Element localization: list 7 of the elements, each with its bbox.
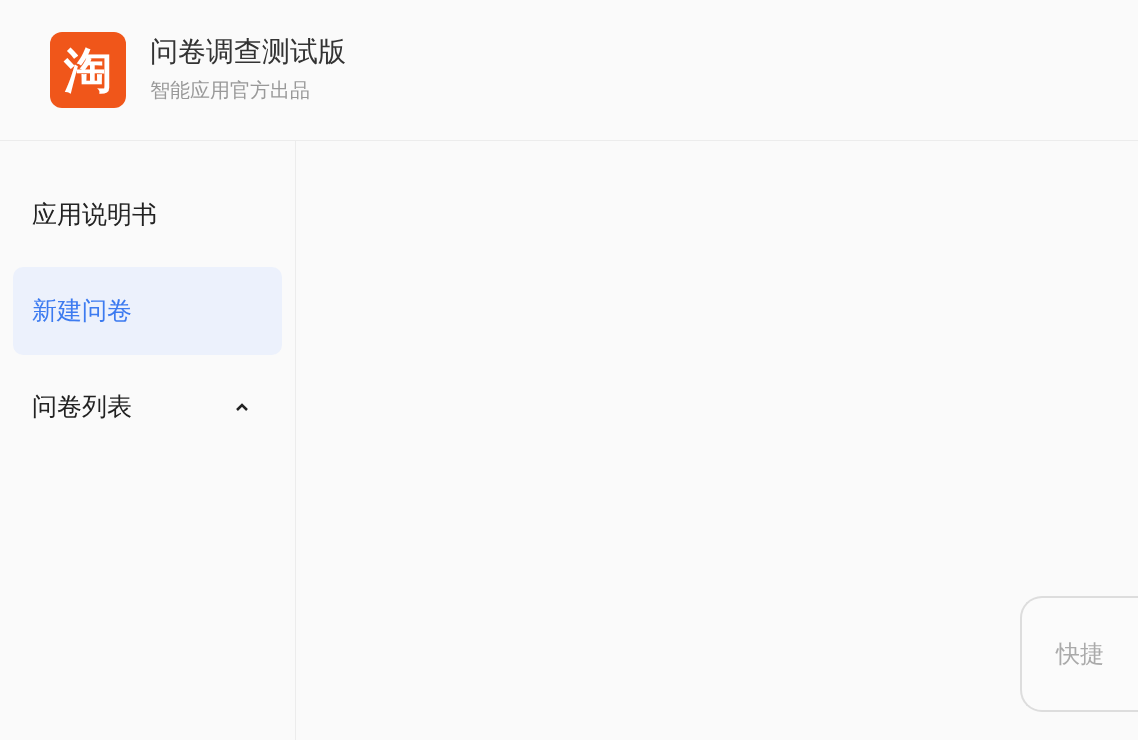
app-subtitle: 智能应用官方出品 [150,76,311,104]
app-title: 问卷调查测试版 [150,35,346,69]
sidebar-item[interactable]: 新建问卷 [13,267,282,355]
app-logo: 淘 [50,32,126,108]
caret-up-icon[interactable] [235,402,249,412]
sidebar-item[interactable]: 应用说明书 [13,171,282,259]
sidebar-item[interactable]: 问卷列表 [13,363,282,451]
